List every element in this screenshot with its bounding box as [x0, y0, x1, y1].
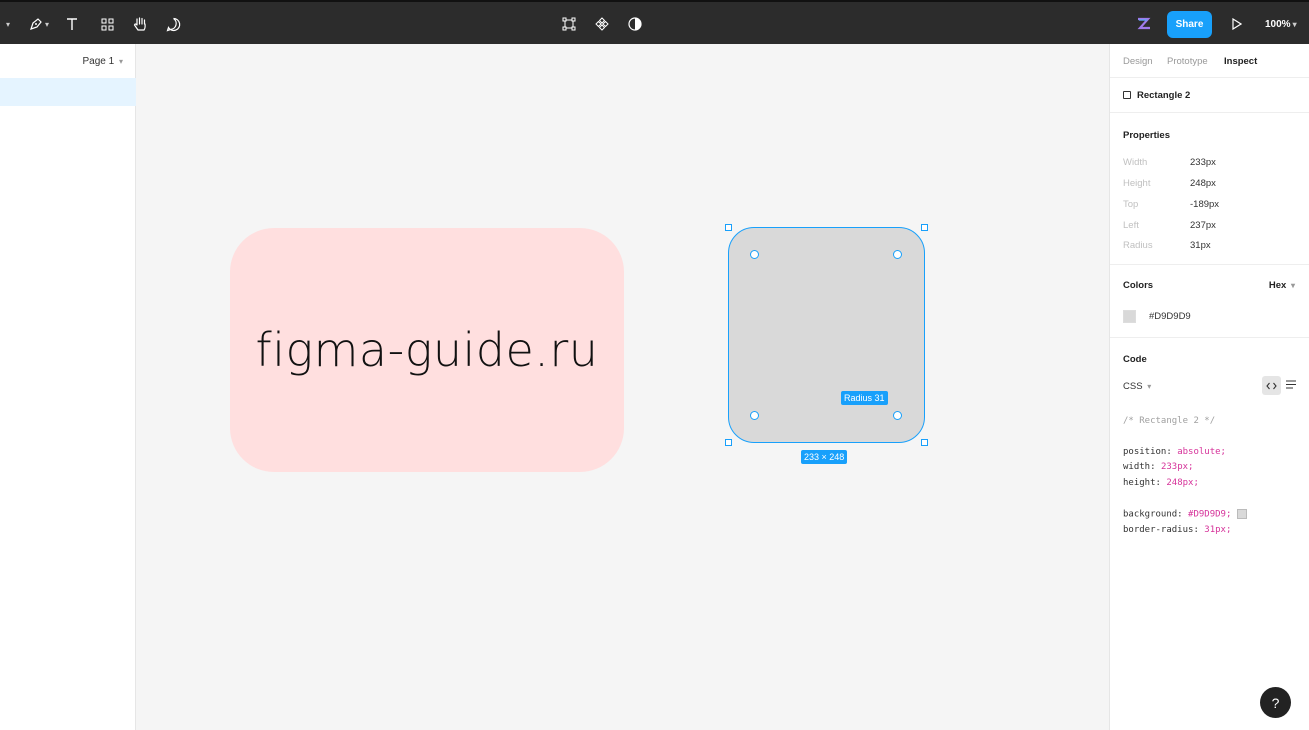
code-color-swatch: [1236, 509, 1247, 519]
divider: [1110, 337, 1309, 338]
color-value[interactable]: #D9D9D9: [1149, 311, 1191, 322]
prop-label-radius: Radius: [1123, 240, 1153, 251]
code-language-label: CSS: [1123, 381, 1143, 392]
rectangle-icon: [1123, 91, 1131, 99]
radius-badge: Radius 31: [841, 391, 888, 405]
share-button[interactable]: Share: [1167, 11, 1212, 38]
top-toolbar: ▾ ▾ Share 100% ▾: [0, 0, 1309, 44]
zoom-label: 100%: [1265, 18, 1291, 30]
code-value: 248px;: [1166, 478, 1199, 488]
color-format-label: Hex: [1268, 280, 1287, 291]
code-line: position: absolute;: [1123, 447, 1226, 457]
code-value: 31px;: [1204, 525, 1232, 535]
color-swatch[interactable]: [1123, 310, 1136, 323]
chevron-down-icon: ▾: [118, 57, 123, 66]
code-line: height: 248px;: [1123, 478, 1199, 488]
code-comment: /* Rectangle 2 */: [1123, 416, 1216, 426]
chevron-down-icon: ▾: [1147, 382, 1152, 391]
prop-value-top[interactable]: -189px: [1190, 199, 1219, 210]
layers-panel: Page 1 ▾: [0, 44, 136, 730]
code-language-dropdown[interactable]: CSS ▾: [1123, 381, 1151, 392]
properties-title: Properties: [1123, 130, 1170, 141]
layer-name: Rectangle 2: [1137, 90, 1191, 101]
chevron-down-icon: ▾: [1292, 19, 1297, 29]
resources-icon[interactable]: [98, 2, 116, 46]
code-title: Code: [1123, 354, 1147, 365]
page-selector[interactable]: Page 1 ▾: [83, 56, 124, 67]
colors-title: Colors: [1123, 280, 1154, 291]
tab-prototype[interactable]: Prototype: [1167, 56, 1208, 67]
code-line: width: 233px;: [1123, 462, 1193, 472]
comment-tool-icon[interactable]: [163, 2, 183, 46]
frame-selection-icon[interactable]: [560, 2, 578, 46]
tab-design[interactable]: Design: [1123, 56, 1153, 67]
prop-value-width[interactable]: 233px: [1190, 157, 1216, 168]
canvas[interactable]: figma-guide.ru Radius 31 233 × 248: [137, 44, 1109, 730]
color-format-dropdown[interactable]: Hex ▾: [1269, 280, 1295, 291]
hand-tool-icon[interactable]: [130, 2, 150, 46]
text-tool-icon[interactable]: [62, 2, 82, 46]
resize-handle-top-left[interactable]: [725, 224, 732, 231]
radius-handle-bottom-right[interactable]: [893, 411, 902, 420]
card-text: figma-guide.ru: [255, 323, 599, 377]
inspect-panel: Design Prototype Inspect Rectangle 2 Pro…: [1109, 44, 1309, 730]
code-prop: height:: [1123, 478, 1161, 488]
main-menu-caret-icon[interactable]: ▾: [0, 2, 14, 46]
pink-card[interactable]: figma-guide.ru: [230, 228, 624, 472]
component-icon[interactable]: [593, 2, 611, 46]
tab-inspect[interactable]: Inspect: [1224, 56, 1257, 67]
code-view-icon[interactable]: [1262, 376, 1281, 395]
prop-value-radius[interactable]: 31px: [1190, 240, 1211, 251]
radius-handle-top-left[interactable]: [750, 250, 759, 259]
prop-value-height[interactable]: 248px: [1190, 178, 1216, 189]
code-line: background: #D9D9D9;: [1123, 509, 1247, 520]
plugin-logo-icon[interactable]: [1134, 2, 1154, 46]
selected-layer-row[interactable]: [0, 78, 136, 106]
resize-handle-bottom-right[interactable]: [921, 439, 928, 446]
prop-value-left[interactable]: 237px: [1190, 220, 1216, 231]
radius-handle-bottom-left[interactable]: [750, 411, 759, 420]
pen-tool-icon[interactable]: ▾: [24, 2, 54, 46]
prop-label-height: Height: [1123, 178, 1151, 189]
code-prop: width:: [1123, 462, 1156, 472]
list-view-icon[interactable]: [1286, 380, 1296, 392]
code-value: absolute;: [1177, 447, 1226, 457]
code-value: #D9D9D9;: [1188, 509, 1232, 520]
resize-handle-bottom-left[interactable]: [725, 439, 732, 446]
code-prop: position:: [1123, 447, 1172, 457]
selected-layer: Rectangle 2: [1110, 79, 1309, 113]
code-line: border-radius: 31px;: [1123, 525, 1231, 535]
code-prop: border-radius:: [1123, 525, 1199, 535]
chevron-down-icon: ▾: [1290, 281, 1295, 290]
prop-label-top: Top: [1123, 199, 1139, 210]
mask-contrast-icon[interactable]: [626, 2, 644, 46]
resize-handle-top-right[interactable]: [921, 224, 928, 231]
help-button[interactable]: ?: [1260, 687, 1291, 718]
size-badge: 233 × 248: [801, 450, 848, 464]
radius-handle-top-right[interactable]: [893, 250, 902, 259]
present-play-icon[interactable]: [1229, 2, 1245, 46]
zoom-dropdown[interactable]: 100% ▾: [1265, 2, 1297, 46]
divider: [1110, 264, 1309, 265]
page-label: Page 1: [82, 56, 115, 67]
panel-tabs: Design Prototype Inspect: [1110, 44, 1309, 78]
code-prop: background:: [1123, 509, 1183, 520]
prop-label-left: Left: [1123, 220, 1139, 231]
code-value: 233px;: [1160, 462, 1194, 472]
prop-label-width: Width: [1123, 157, 1148, 168]
